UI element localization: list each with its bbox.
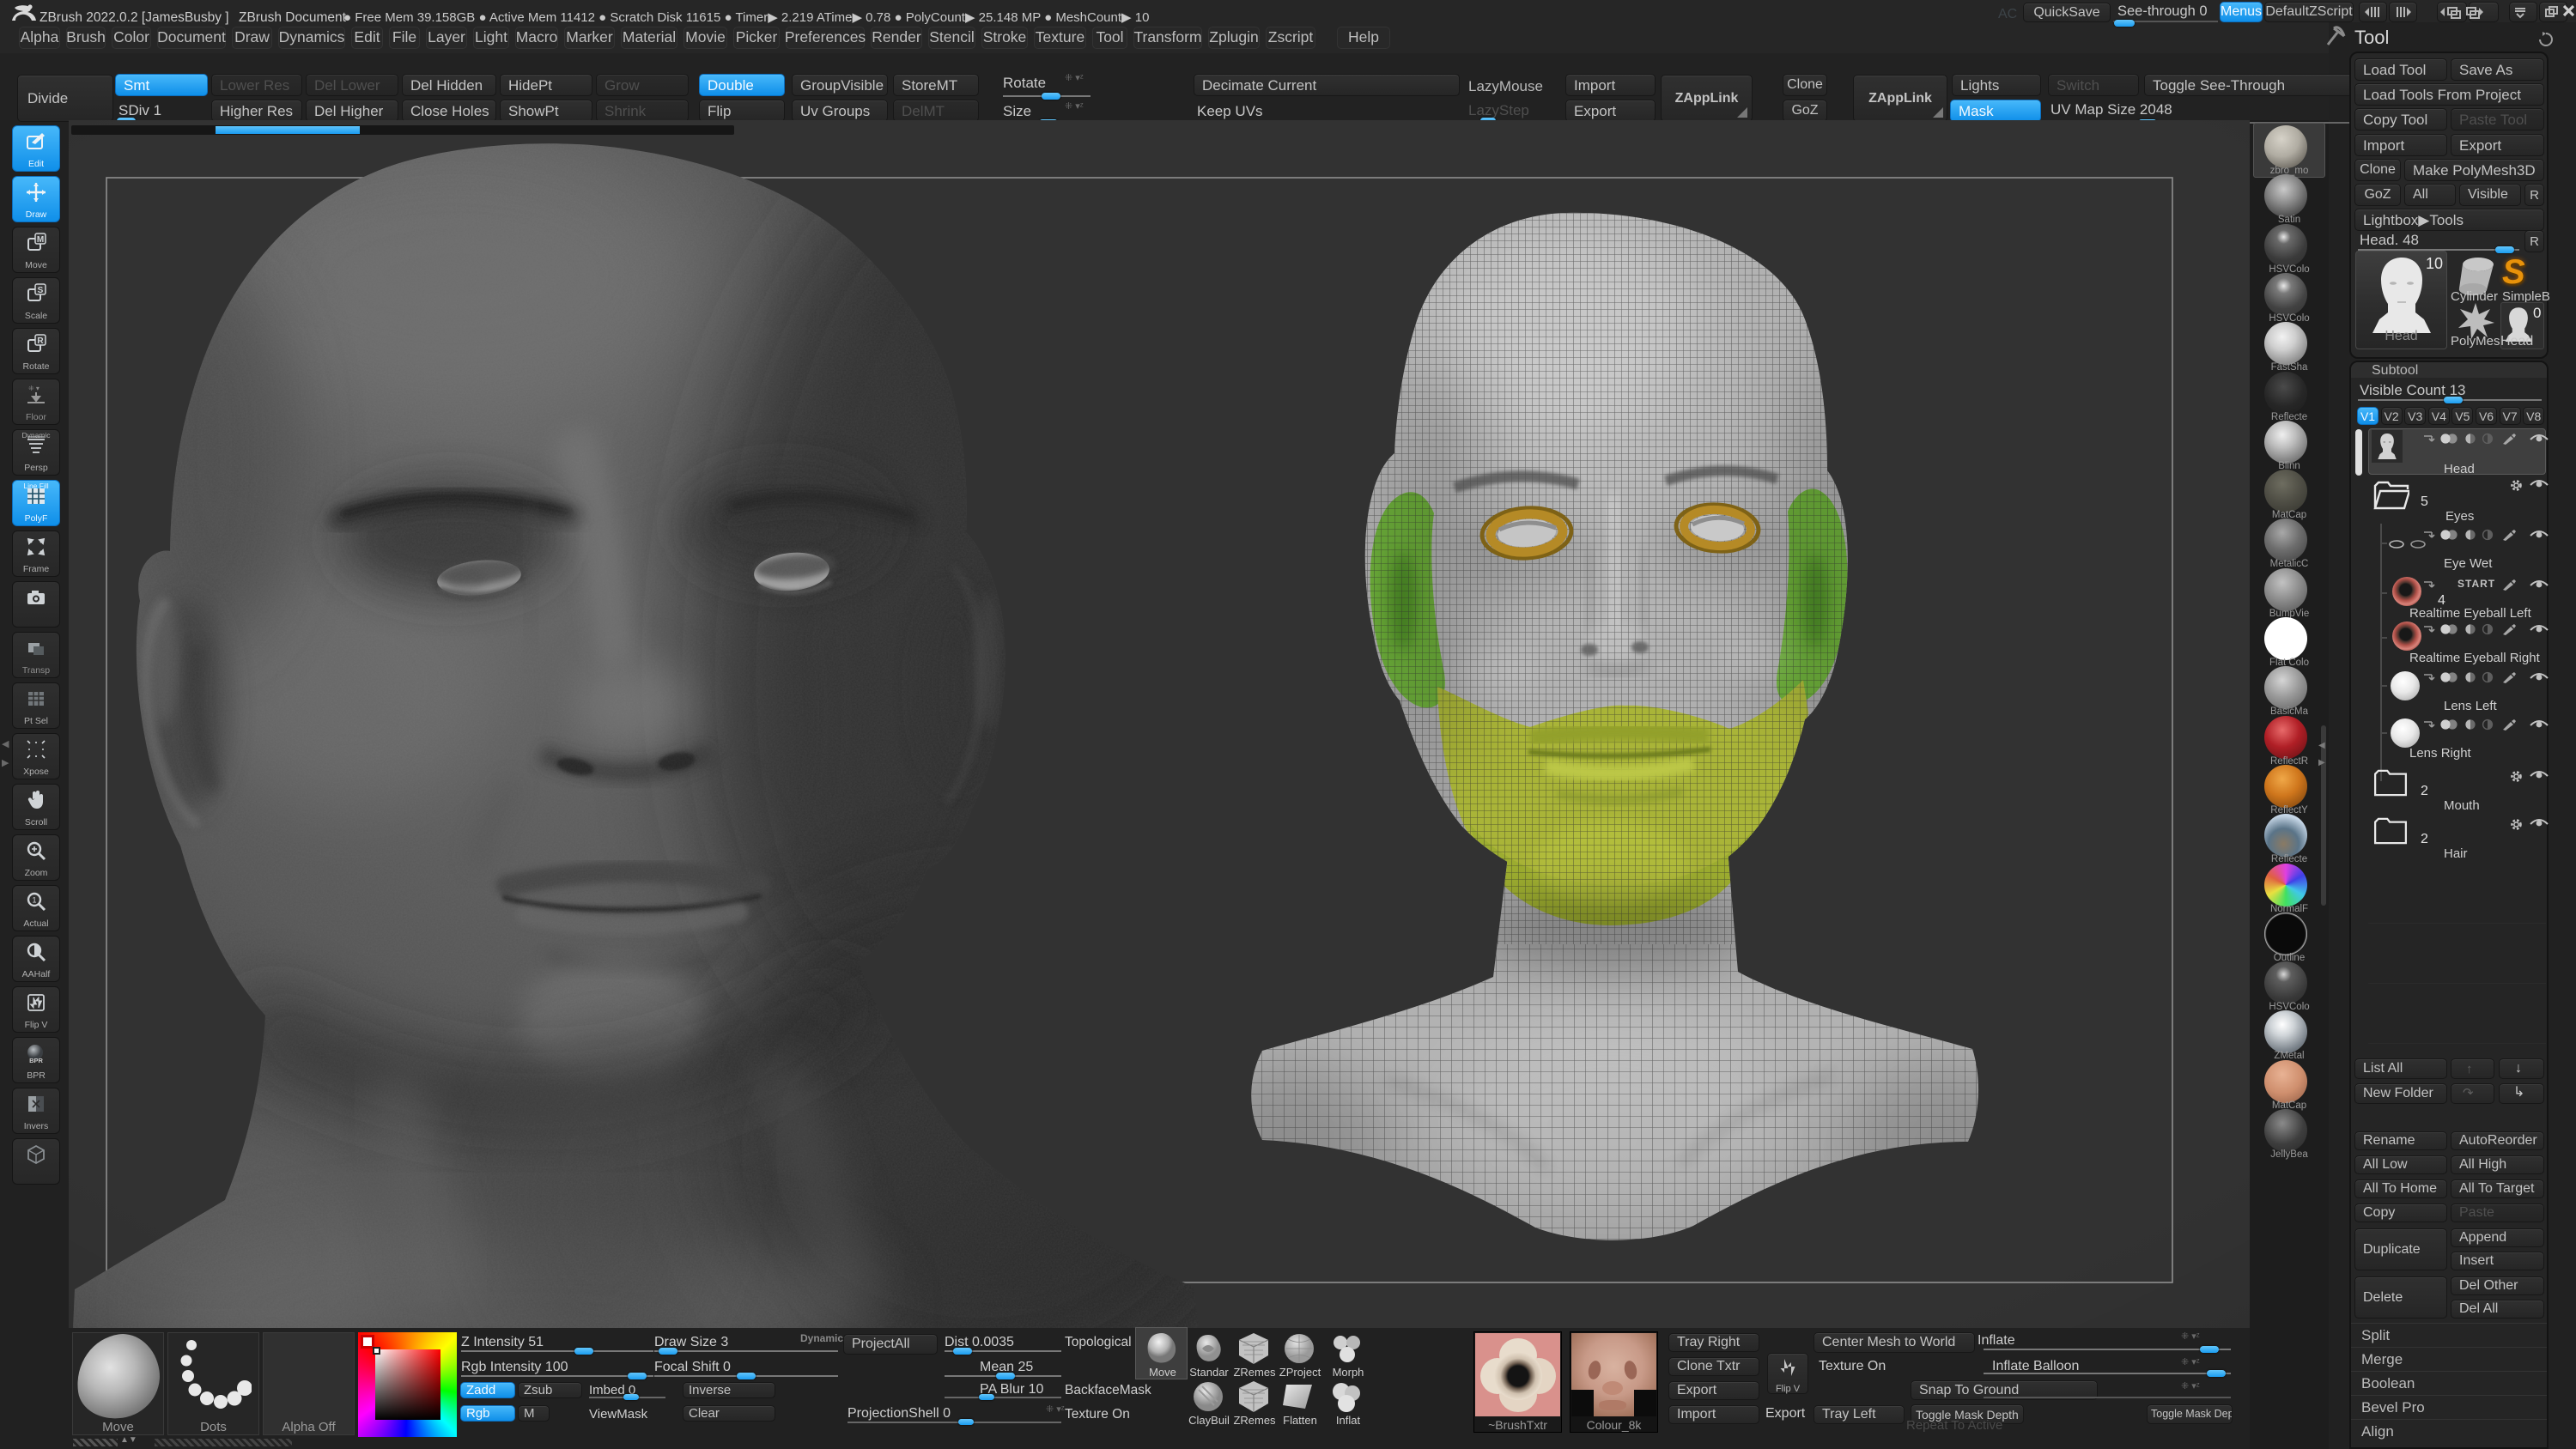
svg-text:R: R <box>37 336 44 346</box>
svg-text:M: M <box>37 235 44 245</box>
svg-text:S: S <box>38 286 44 295</box>
svg-text:BPR: BPR <box>29 1057 43 1064</box>
svg-text:⁜ ▾: ⁜ ▾ <box>28 385 39 392</box>
svg-text:1: 1 <box>32 896 36 905</box>
